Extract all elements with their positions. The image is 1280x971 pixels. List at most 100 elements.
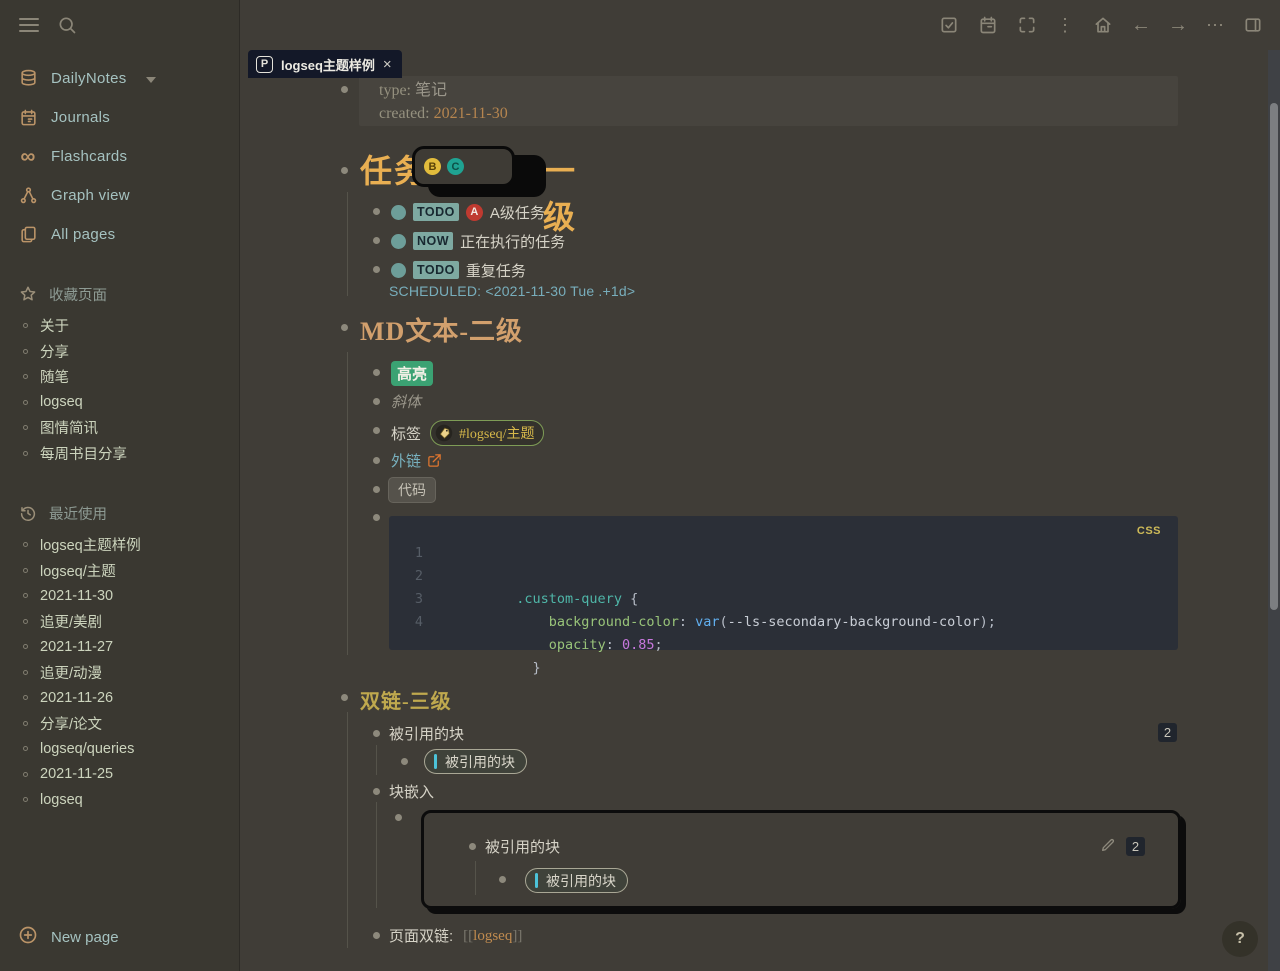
new-page-button[interactable]: New page (0, 917, 119, 957)
sidebar-favorite-item[interactable]: 分享 (0, 339, 239, 365)
star-icon (18, 284, 38, 304)
priority-a-badge[interactable]: A (466, 204, 483, 221)
block-bullet[interactable] (373, 514, 380, 521)
block-bullet[interactable] (373, 788, 380, 795)
sidebar-recent-item[interactable]: 分享/论文 (0, 711, 239, 737)
sidebar-recent-item[interactable]: logseq主题样例 (0, 532, 239, 558)
sidebar-recent-item[interactable]: 2021-11-27 (0, 634, 239, 660)
sidebar-item-all-pages[interactable]: All pages (0, 215, 239, 254)
recent-header[interactable]: 最近使用 (0, 500, 239, 526)
recent-item-label: 2021-11-30 (40, 588, 113, 604)
reference-count-badge[interactable]: 2 (1158, 723, 1177, 742)
sidebar-favorite-item[interactable]: 关于 (0, 313, 239, 339)
search-icon[interactable] (56, 14, 78, 36)
todo-checkbox-icon[interactable] (391, 234, 406, 249)
block-bullet[interactable] (341, 167, 348, 174)
sidebar-recent-item[interactable]: 2021-11-25 (0, 762, 239, 788)
sidebar-item-dailynotes[interactable]: DailyNotes (0, 59, 239, 98)
scheduled-timestamp: SCHEDULED: <2021-11-30 Tue .+1d> (389, 283, 635, 299)
sidebar-favorite-item[interactable]: logseq (0, 390, 239, 416)
sidebar-item-label: Flashcards (51, 148, 127, 165)
scrollbar-thumb[interactable] (1270, 103, 1278, 610)
todo-marker[interactable]: TODO (413, 203, 459, 221)
sidebar-item-journals[interactable]: Journals (0, 98, 239, 137)
code-block[interactable]: CSS 1 .custom-query { 2 background-color… (389, 516, 1178, 650)
block-bullet[interactable] (373, 730, 380, 737)
page-link[interactable]: logseq (473, 928, 512, 944)
sidebar-favorite-item[interactable]: 随笔 (0, 364, 239, 390)
block-reference-pill[interactable]: 被引用的块 (424, 749, 527, 774)
todo-checkbox-icon[interactable] (391, 205, 406, 220)
page-tag[interactable]: #logseq/主题 (430, 420, 544, 446)
sidebar-recent-item[interactable]: logseq (0, 787, 239, 813)
sidebar-recent-item[interactable]: logseq/queries (0, 736, 239, 762)
block-bullet[interactable] (341, 86, 348, 93)
page-link-wrap[interactable]: [[logseq]] (463, 927, 522, 945)
bullet-ring-icon (23, 349, 28, 354)
sidebar-item-flashcards[interactable]: ∞ Flashcards (0, 137, 239, 176)
reference-count-badge[interactable]: 2 (1126, 837, 1145, 856)
page-tab[interactable]: P logseq主题样例 × (248, 50, 402, 78)
page-properties-block[interactable]: type: 笔记 created: 2021-11-30 (359, 76, 1178, 126)
bullet-ring-icon (23, 400, 28, 405)
property-key: type: (379, 82, 411, 99)
hamburger-menu-icon[interactable] (18, 14, 40, 36)
priority-popup[interactable]: B C (412, 146, 515, 187)
priority-c-badge[interactable]: C (447, 158, 464, 175)
block-bullet[interactable] (373, 208, 380, 215)
block-bullet[interactable] (341, 324, 348, 331)
favorites-header[interactable]: 收藏页面 (0, 281, 239, 307)
main-content: type: 笔记 created: 2021-11-30 任务 一级 B C T… (240, 0, 1280, 971)
code-language-badge: CSS (1137, 525, 1161, 537)
sidebar-top-toolbar (0, 0, 239, 50)
recent-item-label: logseq/主题 (40, 560, 116, 581)
edit-pencil-icon[interactable] (1100, 837, 1116, 858)
chevron-down-icon[interactable] (146, 77, 156, 83)
help-button[interactable]: ? (1222, 921, 1258, 957)
block-bullet[interactable] (373, 486, 380, 493)
block-reference-pill[interactable]: 被引用的块 (525, 868, 628, 893)
sidebar-recent-item[interactable]: 追更/动漫 (0, 660, 239, 686)
sidebar-item-label: All pages (51, 226, 115, 243)
block-ref-bar-icon (434, 754, 437, 769)
infinity-icon: ∞ (18, 147, 38, 167)
code-token: ( (720, 614, 728, 630)
sidebar-item-graph-view[interactable]: Graph view (0, 176, 239, 215)
block-embed-label: 块嵌入 (389, 781, 434, 802)
sidebar-recent-item[interactable]: 2021-11-26 (0, 685, 239, 711)
page-link-label: 页面双链: (389, 925, 453, 946)
todo-block[interactable]: NOW 正在执行的任务 (391, 230, 565, 252)
block-bullet[interactable] (373, 427, 380, 434)
vertical-scrollbar[interactable] (1268, 50, 1280, 971)
todo-block[interactable]: TODO A A级任务 (391, 201, 545, 223)
block-bullet[interactable] (469, 843, 476, 850)
code-line: 2 background-color: var(--ls-secondary-b… (389, 565, 1178, 588)
sidebar-recent-item[interactable]: 追更/美剧 (0, 609, 239, 635)
external-link-text[interactable]: 外链 (391, 450, 421, 471)
bullet-ring-icon (23, 797, 28, 802)
sidebar-favorite-item[interactable]: 每周书目分享 (0, 441, 239, 467)
block-bullet[interactable] (373, 932, 380, 939)
close-icon[interactable]: × (383, 57, 392, 72)
block-bullet[interactable] (373, 266, 380, 273)
block-bullet[interactable] (401, 758, 408, 765)
block-bullet[interactable] (373, 237, 380, 244)
sidebar-recent-item[interactable]: logseq/主题 (0, 558, 239, 584)
embedded-block[interactable]: 被引用的块 2 被引用的块 (421, 810, 1181, 909)
block-guide-line (347, 352, 348, 655)
todo-checkbox-icon[interactable] (391, 263, 406, 278)
block-bullet[interactable] (373, 398, 380, 405)
block-bullet[interactable] (341, 694, 348, 701)
block-bullet[interactable] (395, 814, 402, 821)
now-marker[interactable]: NOW (413, 232, 453, 250)
recent-item-label: 分享/论文 (40, 713, 102, 734)
sidebar-recent-item[interactable]: 2021-11-30 (0, 583, 239, 609)
property-value[interactable]: 2021-11-30 (434, 105, 508, 122)
block-bullet[interactable] (373, 457, 380, 464)
sidebar-favorite-item[interactable]: 图情简讯 (0, 415, 239, 441)
todo-block[interactable]: TODO 重复任务 (391, 259, 526, 281)
block-bullet[interactable] (499, 876, 506, 883)
todo-marker[interactable]: TODO (413, 261, 459, 279)
priority-b-badge[interactable]: B (424, 158, 441, 175)
block-bullet[interactable] (373, 369, 380, 376)
